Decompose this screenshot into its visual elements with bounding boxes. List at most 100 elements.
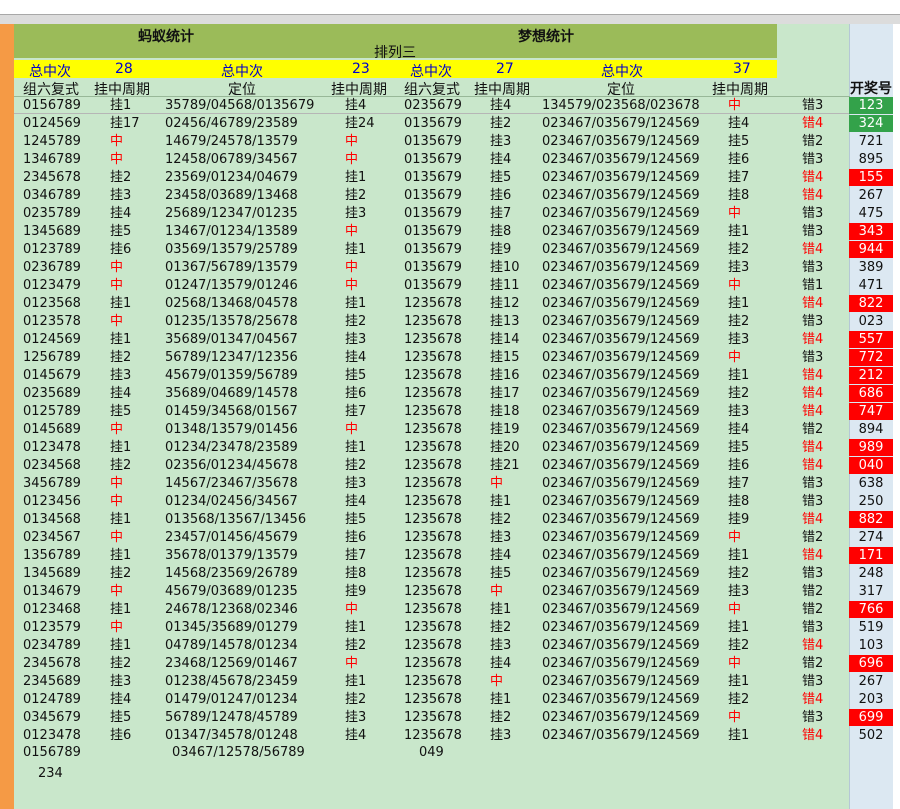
combo-cell-2[interactable]: 1235678	[404, 457, 462, 475]
position-cell-2[interactable]: 023467/035679/124569	[542, 727, 700, 745]
error-cell[interactable]: 错4	[802, 457, 823, 475]
position-cell[interactable]: 02568/13468/04578	[165, 295, 298, 313]
cycle-cell-4[interactable]: 挂7	[728, 169, 749, 187]
cycle-cell-4[interactable]: 挂1	[728, 367, 749, 385]
cycle-cell-2[interactable]: 挂4	[345, 97, 366, 115]
award-number-cell[interactable]: 317	[849, 583, 893, 600]
cycle-cell-4[interactable]: 挂3	[728, 331, 749, 349]
cycle-cell[interactable]: 中	[110, 277, 123, 295]
award-number-cell[interactable]: 557	[849, 331, 893, 348]
cycle-cell-3[interactable]: 挂8	[490, 223, 511, 241]
award-number-cell[interactable]: 895	[849, 151, 893, 168]
position-cell[interactable]: 02456/46789/23589	[165, 115, 298, 133]
error-cell[interactable]: 错3	[802, 259, 823, 277]
position-cell-2[interactable]: 023467/035679/124569	[542, 601, 700, 619]
error-cell[interactable]: 错3	[802, 709, 823, 727]
cycle-cell-4[interactable]: 挂8	[728, 187, 749, 205]
position-cell[interactable]: 35678/01379/13579	[165, 547, 298, 565]
cycle-cell-4[interactable]: 挂2	[728, 313, 749, 331]
cycle-cell-3[interactable]: 中	[490, 475, 503, 493]
combo-cell-2[interactable]: 1235678	[404, 385, 462, 403]
award-number-cell[interactable]: 250	[849, 493, 893, 510]
award-number-cell[interactable]: 248	[849, 565, 893, 582]
cycle-cell-4[interactable]: 挂4	[728, 115, 749, 133]
position-cell[interactable]: 13467/01234/13589	[165, 223, 298, 241]
cycle-cell-2[interactable]: 挂2	[345, 187, 366, 205]
combo-cell[interactable]: 0123578	[23, 313, 81, 331]
cycle-cell-3[interactable]: 挂4	[490, 655, 511, 673]
position-cell-2[interactable]: 023467/035679/124569	[542, 637, 700, 655]
cycle-cell-4[interactable]: 挂1	[728, 547, 749, 565]
cycle-cell[interactable]: 挂5	[110, 223, 131, 241]
combo-cell-2[interactable]: 1235678	[404, 439, 462, 457]
cycle-cell-2[interactable]: 挂3	[345, 205, 366, 223]
award-number-cell[interactable]: 267	[849, 673, 893, 690]
award-number-cell[interactable]: 274	[849, 529, 893, 546]
position-cell[interactable]: 02356/01234/45678	[165, 457, 298, 475]
combo-cell[interactable]: 0123568	[23, 295, 81, 313]
combo-cell-2[interactable]: 1235678	[404, 421, 462, 439]
award-number-cell[interactable]: 103	[849, 637, 893, 654]
position-cell[interactable]: 01348/13579/01456	[165, 421, 298, 439]
cycle-cell-4[interactable]: 中	[728, 277, 741, 295]
award-number-cell[interactable]: 123	[849, 97, 893, 114]
position-cell-2[interactable]: 023467/035679/124569	[542, 133, 700, 151]
award-number-cell[interactable]: 343	[849, 223, 893, 240]
cycle-cell-4[interactable]: 挂8	[728, 493, 749, 511]
cycle-cell-2[interactable]: 挂6	[345, 385, 366, 403]
award-number-cell[interactable]: 822	[849, 295, 893, 312]
combo-cell-2[interactable]: 0135679	[404, 133, 462, 151]
position-cell-2[interactable]: 023467/035679/124569	[542, 529, 700, 547]
combo-cell[interactable]: 0123456	[23, 493, 81, 511]
position-cell[interactable]: 25689/12347/01235	[165, 205, 298, 223]
error-cell[interactable]: 错4	[802, 331, 823, 349]
position-cell[interactable]: 01238/45678/23459	[165, 673, 298, 691]
combo-cell[interactable]: 0123479	[23, 277, 81, 295]
position-cell-2[interactable]: 023467/035679/124569	[542, 403, 700, 421]
cycle-cell-4[interactable]: 挂1	[728, 673, 749, 691]
award-number-cell[interactable]: 747	[849, 403, 893, 420]
award-number-cell[interactable]: 944	[849, 241, 893, 258]
error-cell[interactable]: 错4	[802, 439, 823, 457]
position-cell-2[interactable]: 023467/035679/124569	[542, 367, 700, 385]
award-number-cell[interactable]: 471	[849, 277, 893, 294]
combo-cell-2[interactable]: 1235678	[404, 655, 462, 673]
error-cell[interactable]: 错3	[802, 619, 823, 637]
position-cell-2[interactable]: 023467/035679/124569	[542, 187, 700, 205]
combo-cell-2[interactable]: 1235678	[404, 313, 462, 331]
award-number-cell[interactable]: 475	[849, 205, 893, 222]
combo-cell-2[interactable]: 0135679	[404, 187, 462, 205]
award-number-cell[interactable]: 699	[849, 709, 893, 726]
combo-cell-2[interactable]: 1235678	[404, 583, 462, 601]
combo-cell-2[interactable]: 0135679	[404, 259, 462, 277]
position-cell-2[interactable]: 023467/035679/124569	[542, 475, 700, 493]
position-cell-2[interactable]: 023467/035679/124569	[542, 457, 700, 475]
cycle-cell[interactable]: 挂1	[110, 601, 131, 619]
position-cell[interactable]: 01347/34578/01248	[165, 727, 298, 745]
cycle-cell-2[interactable]: 挂2	[345, 691, 366, 709]
award-number-cell[interactable]: 155	[849, 169, 893, 186]
cycle-cell[interactable]: 挂1	[110, 97, 131, 115]
cycle-cell-4[interactable]: 挂3	[728, 259, 749, 277]
combo-cell[interactable]: 0125789	[23, 403, 81, 421]
cycle-cell-3[interactable]: 挂20	[490, 439, 520, 457]
combo-cell-2[interactable]: 1235678	[404, 601, 462, 619]
combo-cell-2[interactable]: 1235678	[404, 673, 462, 691]
error-cell[interactable]: 错4	[802, 295, 823, 313]
combo-cell[interactable]: 0236789	[23, 259, 81, 277]
combo-cell[interactable]: 1245789	[23, 133, 81, 151]
cycle-cell[interactable]: 挂2	[110, 565, 131, 583]
cycle-cell-3[interactable]: 挂5	[490, 169, 511, 187]
cycle-cell-2[interactable]: 挂3	[345, 331, 366, 349]
cycle-cell[interactable]: 挂2	[110, 349, 131, 367]
position-cell-2[interactable]: 023467/035679/124569	[542, 709, 700, 727]
position-cell[interactable]: 23458/03689/13468	[165, 187, 298, 205]
position-cell-2[interactable]: 023467/035679/124569	[542, 115, 700, 133]
award-number-cell[interactable]: 721	[849, 133, 893, 150]
cycle-cell-4[interactable]: 挂1	[728, 223, 749, 241]
error-cell[interactable]: 错4	[802, 403, 823, 421]
combo-cell-2[interactable]: 0135679	[404, 241, 462, 259]
error-cell[interactable]: 错2	[802, 583, 823, 601]
cycle-cell-2[interactable]: 中	[345, 259, 358, 277]
combo-cell[interactable]: 2345689	[23, 673, 81, 691]
